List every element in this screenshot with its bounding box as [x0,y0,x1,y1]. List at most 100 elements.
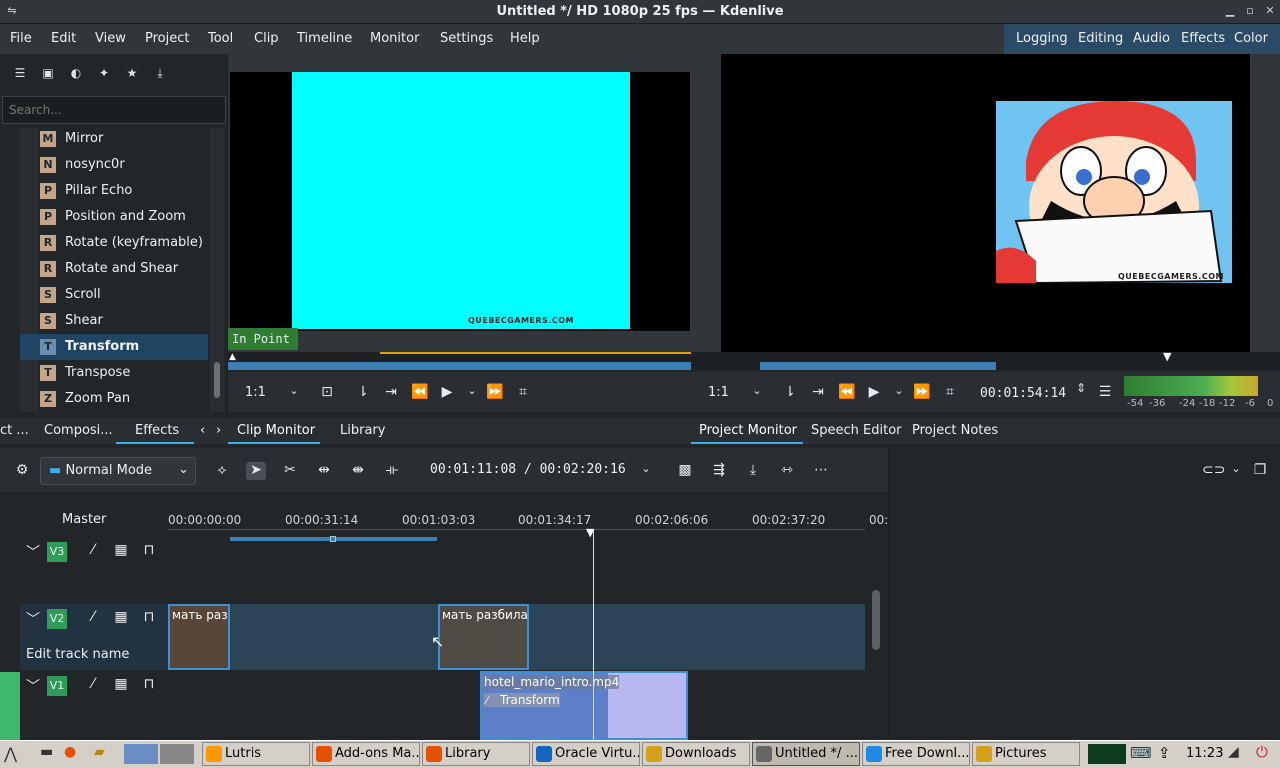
download-icon[interactable]: ⤓ [152,66,168,82]
effects-wand-icon[interactable]: ⁄ [84,609,102,625]
overlay-icon[interactable]: ⊡ [318,384,336,400]
razor-tool-icon[interactable]: ✂ [280,462,300,480]
menu-monitor[interactable]: Monitor [370,31,419,46]
chevron-down-icon[interactable]: ⌄ [748,384,766,397]
firefox-icon[interactable]: ● [64,744,76,760]
collapse-icon[interactable]: ﹀ [24,676,42,696]
tab-clip-monitor[interactable]: Clip Monitor [237,423,315,438]
effect-item[interactable]: T Transpose [20,360,208,386]
crop-icon[interactable]: ⌗ [514,384,532,400]
effects-search-input[interactable] [2,96,226,124]
timeline-timecode[interactable]: 00:01:11:08 / 00:02:20:16 [430,462,626,477]
set-in-icon[interactable]: ⇂ [354,384,372,400]
tab-next-icon[interactable]: › [216,423,221,438]
menu-timeline[interactable]: Timeline [297,31,352,46]
clip-playhead-icon[interactable]: ▲ [229,352,236,362]
project-playhead-icon[interactable]: ▼ [1163,350,1171,363]
timeline-playhead[interactable] [593,530,594,742]
clip-zoom-select[interactable]: 1:1 [245,385,266,400]
tab-speech-editor[interactable]: Speech Editor [811,423,902,438]
effect-item[interactable]: R Rotate and Shear [20,256,208,282]
network-icon[interactable]: ⌨ [1130,744,1152,762]
task-kdenlive[interactable]: Untitled */ ... [752,742,860,766]
timeline-clip[interactable]: мать раз [168,604,230,670]
timeline-clip[interactable]: мать разбила [438,604,529,670]
workspace-1[interactable] [124,744,158,764]
collapse-icon[interactable]: ﹀ [24,542,42,562]
effect-item[interactable]: Nnosync0r [20,152,208,178]
lift-icon[interactable]: ⋯ [811,462,831,480]
overwrite-icon[interactable]: ⤓ [743,462,763,480]
tab-library[interactable]: Library [340,423,385,438]
task-pictures[interactable]: Pictures [972,742,1080,766]
play-icon[interactable]: ▶ [865,384,883,400]
tab-project-notes[interactable]: Project Notes [912,423,998,438]
spin-icon[interactable]: ⇕ [1072,381,1090,395]
effects-wand-icon[interactable]: ⁄ [84,676,102,692]
tab-prev-icon[interactable]: ‹ [200,423,205,438]
layout-editing[interactable]: Editing [1072,24,1130,54]
lock-icon[interactable]: ⊓ [140,542,158,558]
menu-edit[interactable]: Edit [51,31,76,46]
effect-item-selected[interactable]: T Transform [20,334,208,360]
project-zoom-select[interactable]: 1:1 [708,385,729,400]
lock-icon[interactable]: ⊓ [140,676,158,692]
crop-icon[interactable]: ⌗ [941,384,959,400]
layout-logging[interactable]: Logging [1010,24,1074,54]
insert-icon[interactable]: ⇶ [709,462,729,480]
close-icon[interactable]: ✕ [1262,3,1278,19]
spacer-tool-icon[interactable]: ⟡ [212,462,232,480]
tab-effects[interactable]: Effects [135,423,179,438]
collapse-icon[interactable]: ﹀ [24,609,42,629]
project-timecode[interactable]: 00:01:54:14 [980,386,1066,401]
timeline-clip-selected[interactable]: hotel_mario_intro.mp4 Transform ⁄ [480,671,688,740]
chevron-down-icon[interactable]: ⌄ [1226,462,1246,480]
layout-effects[interactable]: Effects [1175,24,1232,54]
effect-item[interactable]: R Rotate (keyframable) [20,230,208,256]
track-tag-v1[interactable]: V1 [47,676,67,696]
spacer-icon[interactable]: ⇹ [314,462,334,480]
clock[interactable]: 11:23 [1186,746,1223,761]
favorites-icon[interactable]: ★ [124,66,140,82]
effect-item[interactable]: S Shear [20,308,208,334]
list-view-icon[interactable]: ☰ [12,66,28,82]
track-settings-icon[interactable]: ⚙ [12,462,32,480]
master-label[interactable]: Master [62,512,106,527]
volume-icon[interactable]: ◢ [1228,744,1239,760]
tab-compositions[interactable]: Composi... [44,423,113,438]
menu-file[interactable]: File [10,31,32,46]
rewind-icon[interactable]: ⏪ [838,384,856,400]
menu-view[interactable]: View [95,31,126,46]
effect-item[interactable]: M Mirror [20,126,208,152]
chevron-down-icon[interactable]: ⌄ [285,384,303,397]
set-in-icon[interactable]: ⇂ [781,384,799,400]
task-library[interactable]: Library [422,742,530,766]
audio-effects-icon[interactable]: ◐ [68,66,84,82]
composite-icon[interactable]: ▩ [675,462,695,480]
active-track-indicator[interactable] [0,672,20,740]
hamburger-menu-icon[interactable]: ☰ [1096,384,1114,400]
show-desktop-icon[interactable]: ▬ [40,744,53,760]
layout-audio[interactable]: Audio [1127,24,1176,54]
power-icon[interactable]: ⏻ [1256,743,1268,761]
chevron-down-icon[interactable]: ⌄ [636,462,656,480]
logout-icon[interactable]: ⇪ [1158,744,1171,762]
edit-mode-select[interactable]: ▬ Normal Mode ⌄ [40,457,196,485]
menu-tool[interactable]: Tool [208,31,233,46]
link-icon[interactable]: ⊂⊃ [1202,462,1225,480]
dock-float-icon[interactable]: ❐ [1250,462,1270,480]
set-out-icon[interactable]: ⇥ [382,384,400,400]
workspace-2[interactable] [160,744,194,764]
start-menu-icon[interactable]: ⋀ [4,744,17,763]
video-effects-icon[interactable]: ▣ [40,66,56,82]
track-v3[interactable] [168,542,865,604]
maximize-icon[interactable]: ▫ [1242,3,1258,19]
effects-scrollbar-thumb[interactable] [214,362,220,398]
menu-clip[interactable]: Clip [254,31,279,46]
task-lutris[interactable]: Lutris [202,742,310,766]
files-icon[interactable]: ▰ [94,744,105,760]
effect-item[interactable]: Z Zoom Pan [20,386,208,412]
track-tag-v3[interactable]: V3 [47,542,67,562]
task-downloads[interactable]: Downloads [642,742,750,766]
custom-effects-icon[interactable]: ✦ [96,66,112,82]
